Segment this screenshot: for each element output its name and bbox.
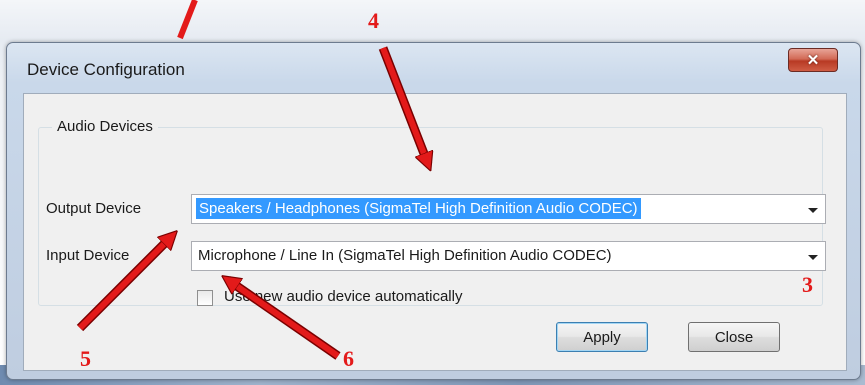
annotation-number-5: 5 (80, 346, 91, 371)
annotation-number-6: 6 (343, 346, 354, 371)
annotation-number-4: 4 (368, 8, 379, 33)
annotation-arrow-top (177, 0, 198, 40)
annotation-arrow-5 (77, 236, 172, 331)
annotation-number-3: 3 (802, 272, 813, 297)
annotation-arrow-6 (228, 280, 340, 359)
annotation-arrow-4 (380, 46, 428, 164)
annotation-overlay (76, 0, 865, 360)
